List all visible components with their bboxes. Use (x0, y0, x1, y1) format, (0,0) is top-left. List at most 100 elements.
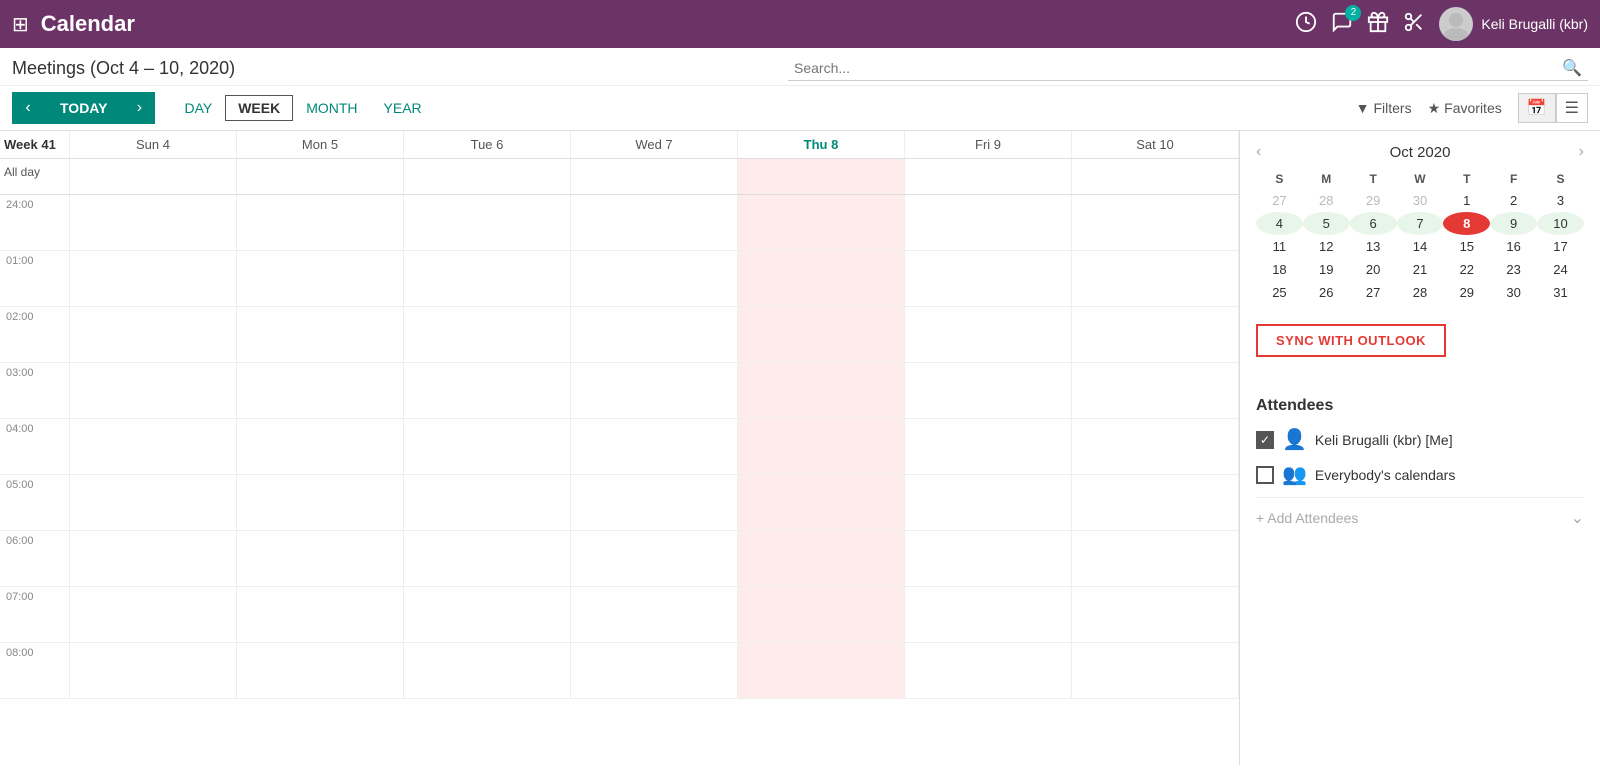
list-view-btn[interactable]: ☰ (1556, 93, 1588, 123)
mini-cal-24[interactable]: 24 (1537, 258, 1584, 281)
cell-0100-thu[interactable] (738, 251, 905, 307)
cell-0600-tue[interactable] (404, 531, 571, 587)
cell-0700-tue[interactable] (404, 587, 571, 643)
scissors-icon[interactable] (1403, 11, 1425, 38)
cell-0500-tue[interactable] (404, 475, 571, 531)
cell-0300-fri[interactable] (905, 363, 1072, 419)
favorites-button[interactable]: ★ Favorites (1428, 100, 1502, 117)
filters-button[interactable]: ▼ Filters (1356, 100, 1412, 116)
cell-0300-tue[interactable] (404, 363, 571, 419)
cell-0200-wed[interactable] (571, 307, 738, 363)
mini-cal-31[interactable]: 31 (1537, 281, 1584, 304)
cell-0400-sat[interactable] (1072, 419, 1239, 475)
mini-cal-28b[interactable]: 28 (1397, 281, 1444, 304)
cell-2400-fri[interactable] (905, 195, 1072, 251)
mini-cal-19[interactable]: 19 (1303, 258, 1350, 281)
sync-outlook-button[interactable]: SYNC WITH OUTLOOK (1256, 324, 1446, 357)
cell-0200-mon[interactable] (237, 307, 404, 363)
search-box[interactable]: 🔍 (788, 56, 1588, 81)
cell-0300-wed[interactable] (571, 363, 738, 419)
view-month[interactable]: MONTH (293, 95, 370, 121)
mini-cal-2[interactable]: 2 (1490, 189, 1537, 212)
mini-cal-15[interactable]: 15 (1443, 235, 1490, 258)
cell-0600-sun[interactable] (70, 531, 237, 587)
mini-cal-3[interactable]: 3 (1537, 189, 1584, 212)
allday-wed[interactable] (571, 159, 738, 194)
user-menu[interactable]: Keli Brugalli (kbr) (1439, 7, 1588, 41)
cell-0400-tue[interactable] (404, 419, 571, 475)
cell-0700-sun[interactable] (70, 587, 237, 643)
cell-0600-fri[interactable] (905, 531, 1072, 587)
cell-0400-sun[interactable] (70, 419, 237, 475)
cell-0400-wed[interactable] (571, 419, 738, 475)
cell-0300-thu[interactable] (738, 363, 905, 419)
view-week[interactable]: WEEK (225, 95, 293, 121)
cell-0100-wed[interactable] (571, 251, 738, 307)
mini-cal-17[interactable]: 17 (1537, 235, 1584, 258)
mini-cal-29b[interactable]: 29 (1443, 281, 1490, 304)
cell-0600-thu[interactable] (738, 531, 905, 587)
mini-cal-27b[interactable]: 27 (1350, 281, 1397, 304)
next-button[interactable]: › (123, 92, 155, 124)
search-input[interactable] (794, 60, 1562, 76)
cell-0300-sat[interactable] (1072, 363, 1239, 419)
cell-0100-sun[interactable] (70, 251, 237, 307)
cell-2400-thu[interactable] (738, 195, 905, 251)
clock-icon[interactable] (1295, 11, 1317, 38)
allday-fri[interactable] (905, 159, 1072, 194)
cell-0800-mon[interactable] (237, 643, 404, 699)
cell-2400-wed[interactable] (571, 195, 738, 251)
time-grid-wrapper[interactable]: 24:00 01:00 02:00 (0, 195, 1239, 765)
allday-mon[interactable] (237, 159, 404, 194)
mini-cal-23[interactable]: 23 (1490, 258, 1537, 281)
grid-icon[interactable]: ⊞ (12, 12, 29, 37)
cell-0600-sat[interactable] (1072, 531, 1239, 587)
mini-cal-10[interactable]: 10 (1537, 212, 1584, 235)
cell-0800-sat[interactable] (1072, 643, 1239, 699)
cell-0300-sun[interactable] (70, 363, 237, 419)
mini-cal-26[interactable]: 26 (1303, 281, 1350, 304)
gift-icon[interactable] (1367, 11, 1389, 38)
add-attendees-row[interactable]: + Add Attendees ⌄ (1256, 497, 1584, 528)
mini-cal-5[interactable]: 5 (1303, 212, 1350, 235)
cell-2400-sun[interactable] (70, 195, 237, 251)
mini-cal-21[interactable]: 21 (1397, 258, 1444, 281)
mini-cal-14[interactable]: 14 (1397, 235, 1444, 258)
today-button[interactable]: TODAY (44, 92, 123, 124)
cell-0300-mon[interactable] (237, 363, 404, 419)
allday-thu[interactable] (738, 159, 905, 194)
cell-0800-thu[interactable] (738, 643, 905, 699)
cell-0500-sun[interactable] (70, 475, 237, 531)
cell-0400-fri[interactable] (905, 419, 1072, 475)
cell-0100-mon[interactable] (237, 251, 404, 307)
prev-button[interactable]: ‹ (12, 92, 44, 124)
mini-cal-6[interactable]: 6 (1350, 212, 1397, 235)
mini-cal-8[interactable]: 8 (1443, 212, 1490, 235)
calendar-view-btn[interactable]: 📅 (1518, 93, 1556, 123)
mini-cal-20[interactable]: 20 (1350, 258, 1397, 281)
cell-0700-mon[interactable] (237, 587, 404, 643)
cell-2400-tue[interactable] (404, 195, 571, 251)
attendee-2-checkbox[interactable] (1256, 466, 1274, 484)
cell-0600-mon[interactable] (237, 531, 404, 587)
cell-0700-thu[interactable] (738, 587, 905, 643)
cell-0400-mon[interactable] (237, 419, 404, 475)
allday-tue[interactable] (404, 159, 571, 194)
cell-0800-sun[interactable] (70, 643, 237, 699)
mini-cal-7[interactable]: 7 (1397, 212, 1444, 235)
cell-0200-tue[interactable] (404, 307, 571, 363)
cell-2400-mon[interactable] (237, 195, 404, 251)
mini-cal-30[interactable]: 30 (1397, 189, 1444, 212)
cell-0700-fri[interactable] (905, 587, 1072, 643)
mini-cal-25[interactable]: 25 (1256, 281, 1303, 304)
mini-cal-13[interactable]: 13 (1350, 235, 1397, 258)
cell-0700-wed[interactable] (571, 587, 738, 643)
chat-icon[interactable]: 2 (1331, 11, 1353, 38)
cell-0200-sat[interactable] (1072, 307, 1239, 363)
cell-2400-sat[interactable] (1072, 195, 1239, 251)
cell-0500-fri[interactable] (905, 475, 1072, 531)
allday-sat[interactable] (1072, 159, 1239, 194)
mini-cal-29[interactable]: 29 (1350, 189, 1397, 212)
mini-cal-16[interactable]: 16 (1490, 235, 1537, 258)
mini-cal-9[interactable]: 9 (1490, 212, 1537, 235)
